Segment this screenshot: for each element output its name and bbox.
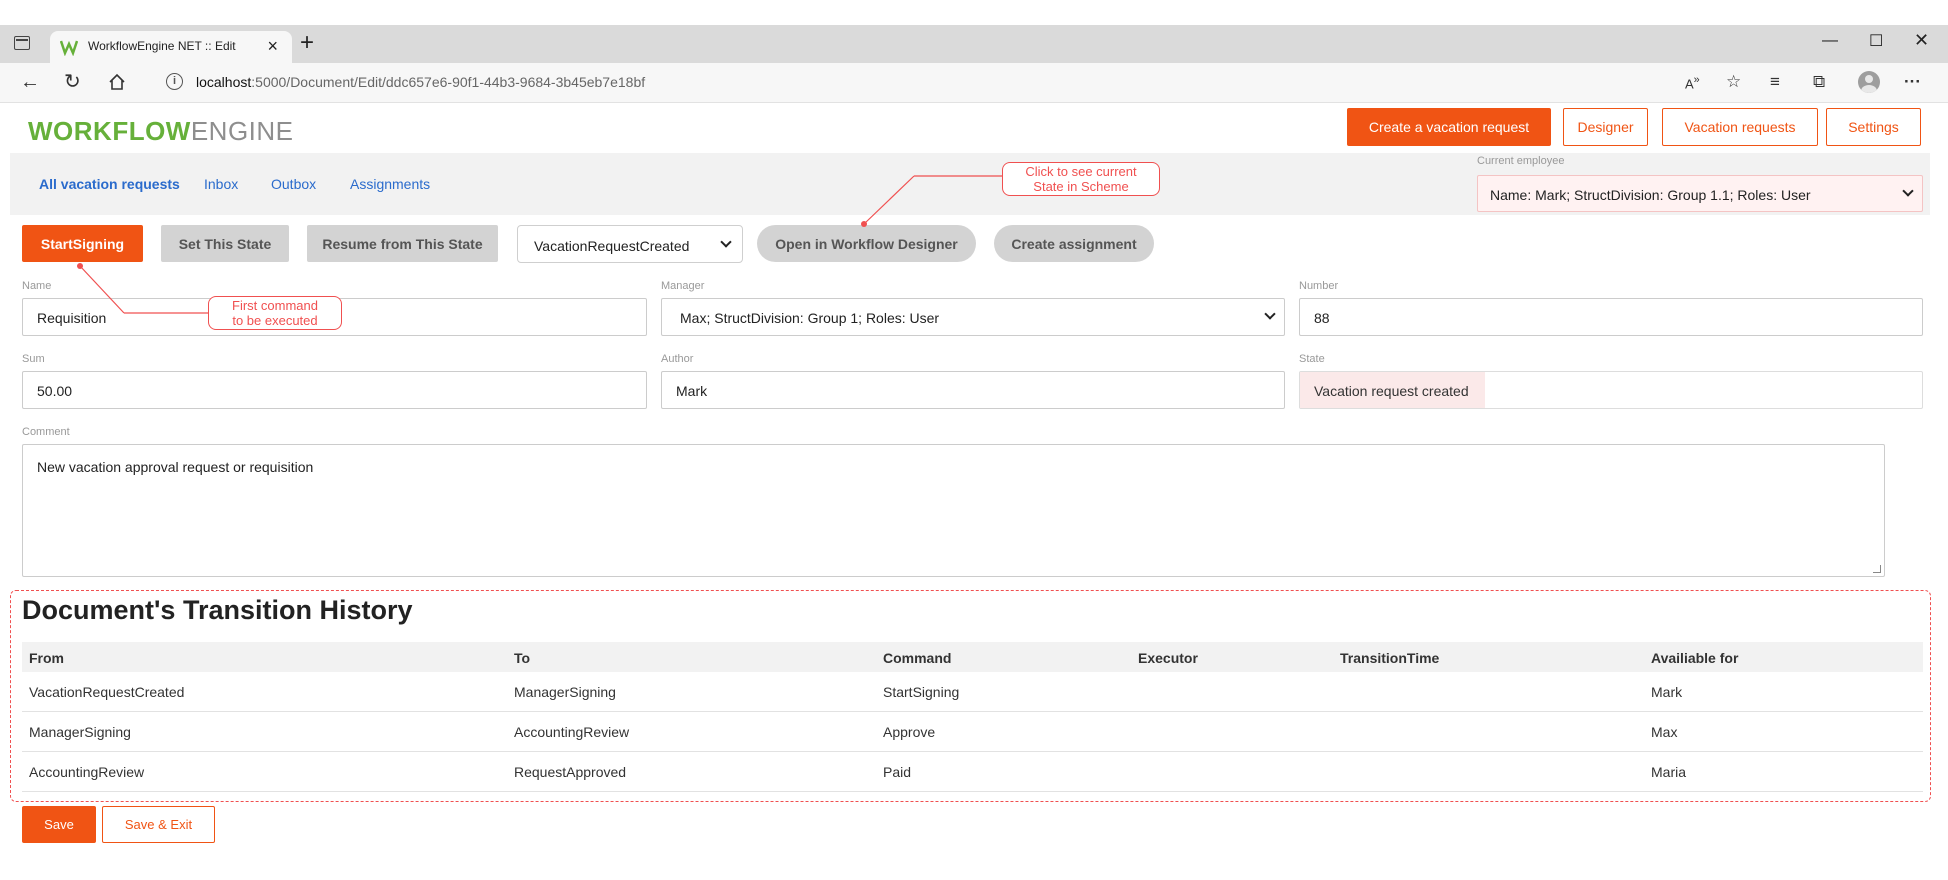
history-table-header: From To Command Executor TransitionTime …	[22, 642, 1923, 672]
column-header: Command	[883, 650, 952, 666]
cell-to: ManagerSigning	[514, 684, 616, 700]
browser-tab[interactable]: WorkflowEngine NET :: Edit ×	[50, 31, 292, 63]
sum-label: Sum	[22, 353, 45, 365]
callout-line-2: to be executed	[232, 313, 318, 328]
read-aloud-icon[interactable]: A»	[1685, 74, 1700, 91]
cell-command: Paid	[883, 764, 912, 780]
favorites-icon[interactable]: ≡	[1770, 72, 1780, 92]
sum-input[interactable]: 50.00	[22, 371, 647, 409]
save-and-exit-button[interactable]: Save & Exit	[102, 806, 215, 843]
callout-dot	[77, 263, 83, 269]
callout-line-1: Click to see current	[1025, 164, 1137, 179]
number-input[interactable]: 88	[1299, 298, 1923, 336]
nav-inbox[interactable]: Inbox	[204, 176, 238, 192]
create-vacation-request-button[interactable]: Create a vacation request	[1347, 108, 1551, 146]
resize-handle-icon[interactable]	[1873, 565, 1881, 573]
nav-all-vacation-requests[interactable]: All vacation requests	[39, 176, 180, 192]
maximize-icon[interactable]: ☐	[1869, 31, 1883, 51]
settings-button[interactable]: Settings	[1826, 108, 1921, 146]
designer-button[interactable]: Designer	[1563, 108, 1648, 146]
cell-from: AccountingReview	[29, 764, 145, 780]
back-icon[interactable]: ←	[20, 71, 40, 93]
author-input[interactable]: Mark	[661, 371, 1285, 409]
current-state-callout: Click to see current State in Scheme	[1002, 162, 1160, 196]
save-button[interactable]: Save	[22, 806, 96, 843]
nav-assignments[interactable]: Assignments	[350, 176, 430, 192]
manager-value: Max; StructDivision: Group 1; Roles: Use…	[680, 310, 940, 326]
column-header: Availiable for	[1651, 650, 1739, 666]
callout-line-2: State in Scheme	[1033, 179, 1129, 194]
chevron-down-icon	[1264, 308, 1276, 320]
cell-command: Approve	[883, 724, 936, 740]
table-row: AccountingReview RequestApproved Paid Ma…	[22, 752, 1923, 792]
state-select-value: VacationRequestCreated	[534, 238, 690, 254]
name-label: Name	[22, 280, 52, 292]
column-header: To	[514, 650, 531, 666]
manager-label: Manager	[661, 280, 705, 292]
tab-title: WorkflowEngine NET :: Edit	[88, 39, 236, 53]
cell-from: ManagerSigning	[29, 724, 131, 740]
profile-avatar[interactable]	[1858, 71, 1880, 93]
reload-icon[interactable]: ↻	[64, 71, 81, 93]
number-label: Number	[1299, 280, 1339, 292]
comment-textarea[interactable]: New vacation approval request or requisi…	[22, 444, 1885, 577]
cell-available-for: Mark	[1651, 684, 1683, 700]
column-header: Executor	[1138, 650, 1198, 666]
comment-value: New vacation approval request or requisi…	[37, 459, 314, 475]
vacation-requests-button[interactable]: Vacation requests	[1662, 108, 1818, 146]
more-menu-icon[interactable]: ···	[1904, 72, 1921, 92]
column-header: From	[29, 650, 64, 666]
callout-line-1: First command	[232, 298, 318, 313]
cell-command: StartSigning	[883, 684, 960, 700]
state-value: Vacation request created	[1300, 372, 1485, 408]
first-command-callout: First command to be executed	[208, 296, 342, 330]
start-signing-button[interactable]: StartSigning	[22, 225, 143, 262]
state-field: Vacation request created	[1299, 371, 1923, 409]
comment-label: Comment	[22, 426, 70, 438]
workflowengine-logo[interactable]: WORKFLOWENGINE	[28, 116, 294, 147]
tab-actions-icon[interactable]	[14, 36, 30, 50]
resume-from-state-button[interactable]: Resume from This State	[307, 225, 498, 262]
cell-available-for: Maria	[1651, 764, 1687, 780]
workflowengine-favicon-icon	[60, 40, 78, 56]
set-this-state-button[interactable]: Set This State	[161, 225, 289, 262]
chevron-down-icon	[720, 236, 732, 248]
cell-available-for: Max	[1651, 724, 1678, 740]
table-row: ManagerSigning AccountingReview Approve …	[22, 712, 1923, 752]
url-text[interactable]: localhost:5000/Document/Edit/ddc657e6-90…	[196, 74, 645, 90]
current-employee-label: Current employee	[1477, 155, 1565, 167]
minimize-icon[interactable]: —	[1822, 32, 1838, 50]
collections-icon[interactable]: ⧉	[1813, 72, 1825, 92]
site-info-icon[interactable]: i	[166, 73, 183, 90]
current-employee-value: Name: Mark; StructDivision: Group 1.1; R…	[1490, 187, 1811, 203]
add-favorite-icon[interactable]: ☆	[1726, 72, 1741, 92]
browser-tab-strip: WorkflowEngine NET :: Edit × + — ☐ ✕	[0, 25, 1948, 63]
cell-to: AccountingReview	[514, 724, 630, 740]
close-window-icon[interactable]: ✕	[1914, 30, 1929, 51]
new-tab-icon[interactable]: +	[300, 31, 314, 55]
home-icon[interactable]	[108, 73, 126, 91]
state-label: State	[1299, 353, 1325, 365]
address-bar: ← ↻ i localhost:5000/Document/Edit/ddc65…	[0, 63, 1948, 103]
transition-history-title: Document's Transition History	[22, 595, 413, 625]
close-tab-icon[interactable]: ×	[267, 36, 278, 57]
column-header: TransitionTime	[1340, 650, 1440, 666]
create-assignment-button[interactable]: Create assignment	[994, 225, 1154, 262]
cell-from: VacationRequestCreated	[29, 684, 185, 700]
author-label: Author	[661, 353, 694, 365]
current-employee-select[interactable]: Name: Mark; StructDivision: Group 1.1; R…	[1477, 175, 1923, 212]
state-select[interactable]: VacationRequestCreated	[517, 225, 743, 263]
manager-select[interactable]: Max; StructDivision: Group 1; Roles: Use…	[661, 298, 1285, 336]
table-row: VacationRequestCreated ManagerSigning St…	[22, 672, 1923, 712]
cell-to: RequestApproved	[514, 764, 627, 780]
nav-outbox[interactable]: Outbox	[271, 176, 316, 192]
open-in-designer-button[interactable]: Open in Workflow Designer	[757, 225, 976, 262]
chevron-down-icon	[1902, 185, 1914, 197]
